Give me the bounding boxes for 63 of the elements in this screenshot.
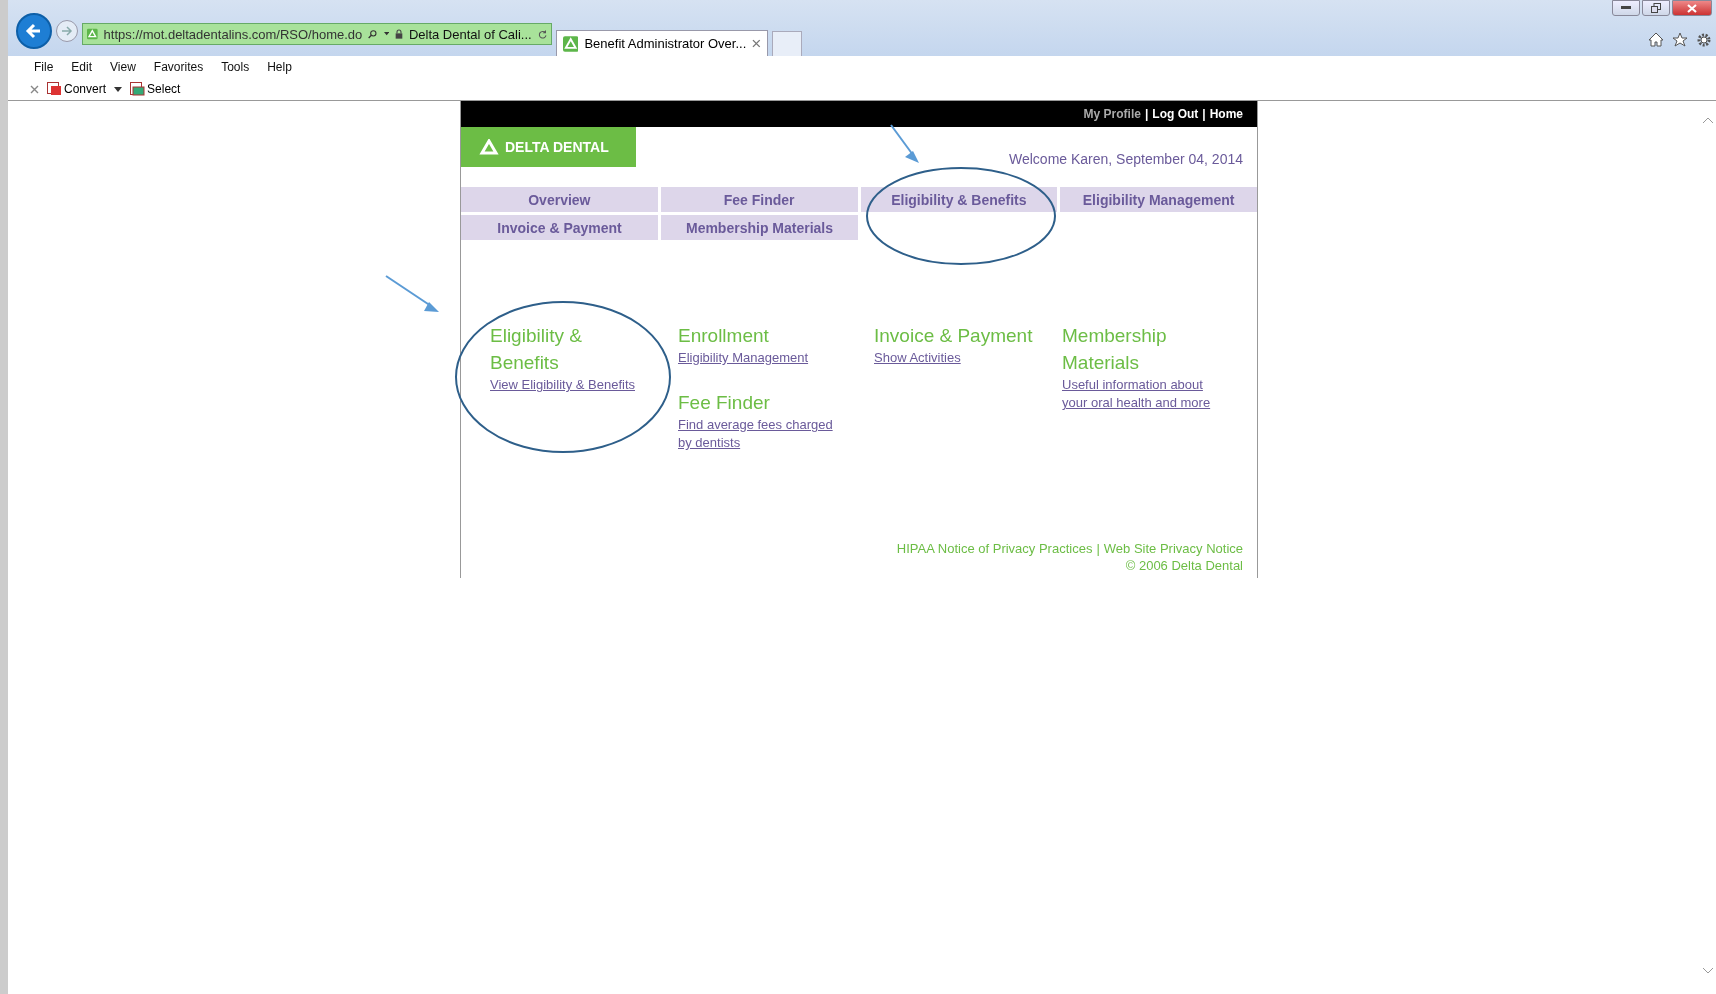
star-icon[interactable]	[1672, 32, 1688, 47]
site-icon	[563, 35, 579, 52]
welcome-text: Welcome Karen, September 04, 2014	[1009, 151, 1243, 167]
nav-tab[interactable]: Eligibility & Benefits	[860, 187, 1058, 212]
close-icon[interactable]	[752, 39, 761, 48]
section-link[interactable]: Find average fees charged by dentists	[678, 416, 840, 452]
dropdown-icon[interactable]	[114, 86, 123, 92]
convert-button[interactable]: Convert	[47, 82, 107, 96]
menu-item[interactable]: Edit	[71, 60, 93, 74]
minimize-icon	[1621, 6, 1631, 10]
document-icon	[130, 82, 146, 96]
close-button[interactable]	[1672, 0, 1712, 16]
lock-icon	[394, 27, 403, 41]
section-heading: Fee Finder	[678, 391, 771, 415]
header-link[interactable]: Log Out	[1152, 107, 1199, 121]
address-bar[interactable]: https://mot.deltadentalins.com/RSO/home.do Delta Dental of Cali...	[82, 23, 552, 45]
header-link[interactable]: My Profile	[1083, 107, 1141, 121]
forward-arrow-icon	[61, 25, 73, 37]
separator: |	[1144, 107, 1149, 121]
section-heading: Enrollment	[678, 324, 770, 348]
section-link[interactable]: Eligibility Management	[678, 349, 840, 367]
menu-item[interactable]: File	[34, 60, 54, 74]
restore-button[interactable]	[1642, 0, 1670, 16]
nav-tab[interactable]: Eligibility Management	[1060, 187, 1257, 212]
scroll-down-icon[interactable]	[1703, 968, 1713, 974]
section-heading: Invoice & Payment	[874, 324, 1034, 348]
copyright-text: © 2006 Delta Dental	[1125, 557, 1243, 574]
search-icon	[368, 27, 378, 41]
minimize-button[interactable]	[1612, 0, 1640, 16]
close-icon	[1687, 3, 1697, 13]
section-heading: Eligibility & Benefits	[490, 324, 583, 375]
menu-item[interactable]: Help	[267, 60, 292, 74]
separator: |	[1202, 107, 1206, 121]
menu-item[interactable]: Favorites	[153, 60, 204, 74]
refresh-icon[interactable]	[537, 27, 547, 41]
menu-item[interactable]: View	[110, 60, 136, 74]
menu-item[interactable]: Tools	[221, 60, 250, 74]
close-icon[interactable]	[30, 84, 39, 94]
settings-icon[interactable]	[1696, 32, 1712, 48]
header-link[interactable]: Home	[1209, 107, 1243, 121]
browser-tab[interactable]: Benefit Administrator Over...	[556, 30, 768, 56]
site-icon	[87, 26, 98, 42]
annotation-arrow	[385, 275, 439, 312]
section-link[interactable]: View Eligibility & Benefits	[490, 376, 652, 394]
nav-tab[interactable]: Invoice & Payment	[461, 215, 658, 240]
document-icon	[47, 82, 62, 96]
home-icon[interactable]	[1648, 32, 1664, 47]
section-heading: Membership Materials	[1062, 324, 1168, 375]
url-text: https://mot.deltadentalins.com/RSO/home.do	[103, 26, 363, 42]
restore-icon	[1651, 3, 1661, 13]
tab-title: Benefit Administrator Over...	[584, 36, 747, 51]
section-link[interactable]: Useful information about your oral health and more	[1062, 376, 1224, 412]
section-link[interactable]: Show Activities	[874, 349, 1036, 367]
nav-tab[interactable]: Overview	[461, 187, 658, 212]
nav-tab[interactable]: Membership Materials	[661, 215, 858, 240]
separator: |	[1096, 540, 1100, 557]
site-identity: Delta Dental of Cali...	[408, 26, 532, 42]
dropdown-icon[interactable]	[383, 31, 389, 37]
annotation-arrow	[890, 124, 919, 163]
scroll-up-icon[interactable]	[1703, 117, 1713, 123]
back-button[interactable]	[16, 13, 52, 49]
nav-tab[interactable]: Fee Finder	[660, 187, 858, 212]
select-button[interactable]: Select	[130, 82, 181, 96]
